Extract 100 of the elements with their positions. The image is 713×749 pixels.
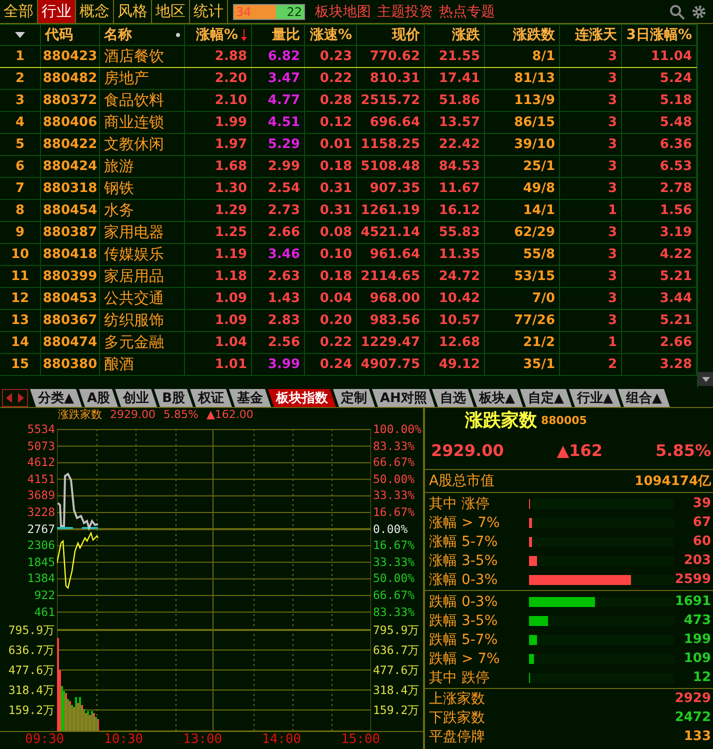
table-cell: 14/1 [485, 200, 560, 221]
table-cell: 810.31 [357, 68, 425, 89]
table-cell: 3 [560, 178, 622, 199]
table-cell: 酿酒 [100, 354, 185, 375]
table-row[interactable]: 3 880372 食品饮料 2.10 4.77 0.28 2515.72 51.86 113/9 3 5.18 [0, 90, 697, 112]
tab-scroll-button[interactable] [2, 389, 28, 407]
table-row[interactable]: 8 880454 水务 1.29 2.73 0.31 1261.19 16.12 14/1 1 1.56 [0, 200, 697, 222]
table-cell: 3 [560, 310, 622, 331]
table-cell: 1.29 [185, 200, 252, 221]
axis-label: 2767 [26, 520, 56, 538]
column-header[interactable]: 现价 [392, 26, 420, 44]
settings-icon[interactable] [691, 4, 707, 20]
table-cell: 21/2 [485, 332, 560, 353]
breakdown-label: 其中 涨停 [429, 494, 490, 512]
table-row[interactable]: 2 880482 房地产 2.20 3.47 0.22 810.31 17.41 81/13 3 5.24 [0, 68, 697, 90]
market-tab[interactable]: A股 [79, 389, 118, 407]
column-header[interactable]: 量比 [272, 26, 300, 44]
table-cell: 81/13 [485, 68, 560, 89]
table-cell: 770.62 [357, 46, 425, 67]
table-cell: 12.68 [425, 332, 485, 353]
top-link[interactable]: 主题投资 [377, 2, 433, 20]
category-tab[interactable]: 地区 [152, 0, 190, 23]
table-row[interactable]: 11 880399 家居用品 1.18 2.63 0.18 2114.65 24.72 53/15 3 5.21 [0, 266, 697, 288]
table-row[interactable]: 7 880318 钢铁 1.30 2.54 0.31 907.35 11.67 49/8 3 2.78 [0, 178, 697, 200]
table-cell: 0.18 [305, 156, 357, 177]
table-cell: 7/0 [485, 288, 560, 309]
market-tab[interactable]: AH对照 [372, 389, 435, 407]
column-header[interactable]: 涨速% [310, 26, 352, 44]
table-cell: 880387 [41, 222, 100, 243]
total-value: 2929 [674, 691, 711, 706]
table-cell: 880454 [41, 200, 100, 221]
market-tab[interactable]: 分类▲ [30, 389, 82, 407]
column-header[interactable]: 涨幅% [196, 26, 238, 44]
table-row[interactable]: 5 880422 文教休闲 1.97 5.29 0.01 1158.25 22.42 39/10 3 6.36 [0, 134, 697, 156]
market-tab[interactable]: 创业 [115, 389, 158, 407]
axis-label: 636.7万 [7, 642, 56, 660]
table-cell: 14 [0, 332, 41, 353]
table-cell: 8/1 [485, 46, 560, 67]
market-tab[interactable]: 权证 [190, 389, 232, 407]
table-row[interactable]: 10 880418 传媒娱乐 1.19 3.46 0.10 961.64 11.35 55/8 3 4.22 [0, 244, 697, 266]
table-cell: 0.22 [305, 68, 357, 89]
table-cell: 0.22 [305, 332, 357, 353]
column-header[interactable]: 连涨天 [575, 26, 617, 44]
axis-label: 4151 [26, 470, 56, 488]
table-row[interactable]: 12 880453 公共交通 1.09 1.43 0.04 968.00 10.42 7/0 3 3.44 [0, 288, 697, 310]
market-tab[interactable]: 板块指数 [268, 389, 336, 407]
category-tab[interactable]: 概念 [76, 0, 114, 23]
top-link[interactable]: 板块地图 [315, 2, 371, 20]
column-header[interactable]: 涨跌 [452, 26, 480, 44]
market-tab[interactable]: 行业▲ [568, 389, 621, 407]
table-row[interactable]: 6 880424 旅游 1.68 2.99 0.18 5108.48 84.53 25/1 3 6.53 [0, 156, 697, 178]
market-tab[interactable]: B股 [154, 389, 193, 407]
table-row[interactable]: 9 880387 家用电器 1.25 2.66 0.08 4521.14 55.83 62/29 3 3.19 [0, 222, 697, 244]
table-cell: 24.72 [425, 266, 485, 287]
time-label: 15:00 [341, 732, 382, 749]
table-cell: 3 [560, 46, 622, 67]
column-header[interactable]: 代码 [45, 26, 73, 44]
table-cell: 3 [560, 134, 622, 155]
column-header[interactable]: 3日涨幅% [626, 26, 692, 44]
top-link[interactable]: 热点专题 [439, 2, 495, 20]
market-tab[interactable]: 自选 [432, 389, 474, 407]
category-tab[interactable]: 统计 [190, 0, 228, 23]
dropdown-icon[interactable] [15, 32, 25, 38]
table-cell: 49.12 [425, 354, 485, 375]
table-row[interactable]: 1 880423 酒店餐饮 2.88 6.82 0.23 770.62 21.55 8/1 3 11.04 [0, 46, 697, 68]
table-row[interactable]: 14 880474 多元金融 1.04 2.56 0.22 1229.47 12.68 21/2 1 2.66 [0, 332, 697, 354]
table-cell: 11 [0, 266, 41, 287]
table-cell: 3 [560, 222, 622, 243]
table-cell: 13.57 [425, 112, 485, 133]
axis-label: 66.67% [372, 454, 416, 471]
search-icon[interactable] [669, 4, 685, 20]
scroll-down-button[interactable] [698, 372, 713, 386]
table-row[interactable]: 4 880406 商业连锁 1.99 4.51 0.12 696.64 13.57 86/15 3 5.48 [0, 112, 697, 134]
table-cell: 2.10 [185, 90, 252, 111]
chart-change: ▲162.00 [206, 408, 254, 421]
table-cell: 17.41 [425, 68, 485, 89]
column-header[interactable]: 涨跌数 [513, 26, 555, 44]
table-cell: 家居用品 [100, 266, 185, 287]
market-tab[interactable]: 基金 [228, 389, 271, 407]
market-tab[interactable]: 组合▲ [618, 389, 670, 407]
breakdown-label: 涨幅 5-7% [429, 532, 499, 550]
table-cell: 0.23 [305, 46, 357, 67]
table-cell: 1.68 [185, 156, 252, 177]
axis-label: 318.4万 [7, 682, 56, 700]
total-label: 下跌家数 [429, 708, 486, 726]
table-row[interactable]: 13 880367 纺织服饰 1.09 2.83 0.20 983.56 10.57 77/26 3 5.21 [0, 310, 697, 332]
axis-label: 16.67% [372, 504, 416, 521]
table-cell: 15 [0, 354, 41, 375]
breakdown-label: 涨幅 > 7% [429, 514, 501, 532]
table-row[interactable]: 15 880380 酿酒 1.01 3.99 0.24 4907.75 49.12 35/1 2 3.28 [0, 354, 697, 376]
breakdown-value: 473 [684, 613, 711, 628]
category-tab[interactable]: 风格 [114, 0, 152, 23]
market-tab[interactable]: 自定▲ [520, 389, 572, 407]
table-cell: 53/15 [485, 266, 560, 287]
column-header[interactable]: 名称 [104, 26, 132, 44]
market-tab[interactable]: 板块▲ [470, 389, 523, 407]
table-cell: 4 [0, 112, 41, 133]
table-cell: 696.64 [357, 112, 425, 133]
category-tab[interactable]: 行业 [38, 0, 76, 23]
market-tab[interactable]: 定制 [332, 389, 375, 407]
